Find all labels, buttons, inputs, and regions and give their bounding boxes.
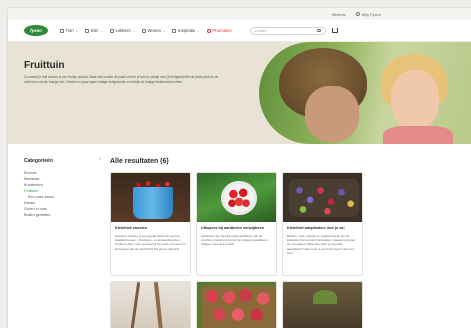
card-image-strawberries [225, 185, 253, 211]
gift-icon [109, 28, 114, 33]
article-card[interactable] [282, 281, 363, 328]
article-card[interactable]: Uitlopers bij aardbeien verwijderen Aard… [196, 172, 277, 276]
card-image [283, 282, 362, 328]
nav-item-inspiratie[interactable]: Inspiratie ⌄ [172, 28, 200, 33]
results-grid: Kleinfruit snoeien Kleinfruit snoeien is… [110, 172, 471, 328]
card-image-apples [201, 286, 275, 328]
card-image-bucket [133, 187, 173, 219]
utility-bar: Winkels Mijn Fyxeo [8, 8, 471, 20]
sidebar-title: Categorieën [24, 158, 53, 164]
cart-icon[interactable] [331, 28, 338, 33]
chevron-down-icon: ⌄ [162, 28, 166, 33]
article-card[interactable]: Kleinfruit snoeien Kleinfruit snoeien is… [110, 172, 191, 276]
content-area: Categorieën ⌃ Ecotuin Moestuin Kruidentu… [8, 144, 471, 328]
card-title[interactable]: Uitlopers bij aardbeien verwijderen [201, 226, 272, 231]
chevron-down-icon: ⌄ [75, 28, 79, 33]
article-card[interactable] [196, 281, 277, 328]
nav-item-wonen[interactable]: Wonen ⌄ [141, 28, 166, 33]
user-icon [355, 12, 360, 16]
chevron-down-icon: ⌄ [132, 28, 135, 33]
nav-menu: Tuin ⌄ Dier ⌄ Lekkers ⌄ Wonen ⌄ Inspiratie ⌄ … [60, 28, 232, 33]
main-nav: fyxeo Tuin ⌄ Dier ⌄ Lekkers ⌄ Wonen ⌄ Inspir… [8, 20, 471, 42]
account-link[interactable]: Mijn Fyxeo [355, 12, 381, 17]
article-card[interactable]: Kleinfruit aanplanten: doe je zo! Bessen… [282, 172, 363, 276]
card-image-fruit-plate [289, 179, 359, 217]
home-icon [141, 28, 146, 33]
page: Winkels Mijn Fyxeo fyxeo Tuin ⌄ Dier ⌄ Lek… [8, 8, 471, 328]
card-text: Kleinfruit snoeien is een goede toekomst… [115, 233, 186, 251]
search-input[interactable]: Zoeken [249, 26, 326, 35]
leaf-icon [60, 28, 64, 33]
hero-image-girl-shirt [383, 126, 453, 144]
nav-item-tuin[interactable]: Tuin ⌄ [60, 28, 78, 33]
bulb-icon [172, 28, 177, 33]
paw-icon [85, 28, 90, 33]
chevron-down-icon: ⌄ [196, 28, 200, 33]
nav-item-lekkers[interactable]: Lekkers ⌄ [109, 28, 135, 33]
category-sidebar: Categorieën ⌃ Ecotuin Moestuin Kruidentu… [24, 158, 102, 328]
hero-image-man [305, 86, 359, 142]
card-image-branch [153, 282, 165, 328]
article-card[interactable] [110, 281, 191, 328]
card-text: Aardbeien zijn heerlijk zodat aardbeien … [201, 233, 268, 247]
card-title[interactable]: Kleinfruit aanplanten: doe je zo! [287, 226, 358, 231]
card-image-branch [128, 282, 141, 328]
card-image-plant [313, 290, 337, 304]
chevron-up-icon[interactable]: ⌃ [98, 158, 102, 164]
card-image [283, 173, 362, 222]
page-title: Fruittuin [24, 60, 65, 71]
percent-icon [206, 28, 211, 33]
hero-image [259, 42, 471, 144]
hero-image-girl [391, 70, 439, 130]
hero-description: Zo kweek je fruit bomen in een fruitig v… [24, 75, 219, 84]
hero-text: Fruittuin Zo kweek je fruit bomen in een… [24, 60, 224, 84]
search-icon[interactable] [317, 28, 321, 33]
nav-item-dier[interactable]: Dier ⌄ [85, 28, 103, 33]
stores-link[interactable]: Winkels [332, 12, 346, 17]
hero-banner: Fruittuin Zo kweek je fruit bomen in een… [8, 42, 471, 144]
sidebar-item-buiten-genieten[interactable]: Buiten genieten [24, 212, 102, 218]
card-image [111, 282, 190, 328]
results-title: Alle resultaten (6) [110, 158, 169, 165]
card-body: Uitlopers bij aardbeien verwijderen Aard… [197, 222, 276, 251]
card-text: Bessen, rode, blauwe en zwarte bessen zi… [287, 233, 355, 255]
card-body: Kleinfruit aanplanten: doe je zo! Bessen… [283, 222, 362, 259]
sidebar-header[interactable]: Categorieën ⌃ [24, 158, 102, 164]
brand-logo[interactable]: fyxeo [24, 25, 48, 36]
chevron-down-icon: ⌄ [100, 28, 103, 33]
card-image [197, 282, 276, 328]
card-title[interactable]: Kleinfruit snoeien [115, 226, 186, 231]
card-image [111, 173, 190, 222]
card-body: Kleinfruit snoeien Kleinfruit snoeien is… [111, 222, 190, 255]
nav-item-promoties[interactable]: Promoties [206, 28, 232, 33]
results-section: Alle resultaten (6) Kleinfruit snoeien K… [110, 158, 471, 328]
card-image [197, 173, 276, 222]
